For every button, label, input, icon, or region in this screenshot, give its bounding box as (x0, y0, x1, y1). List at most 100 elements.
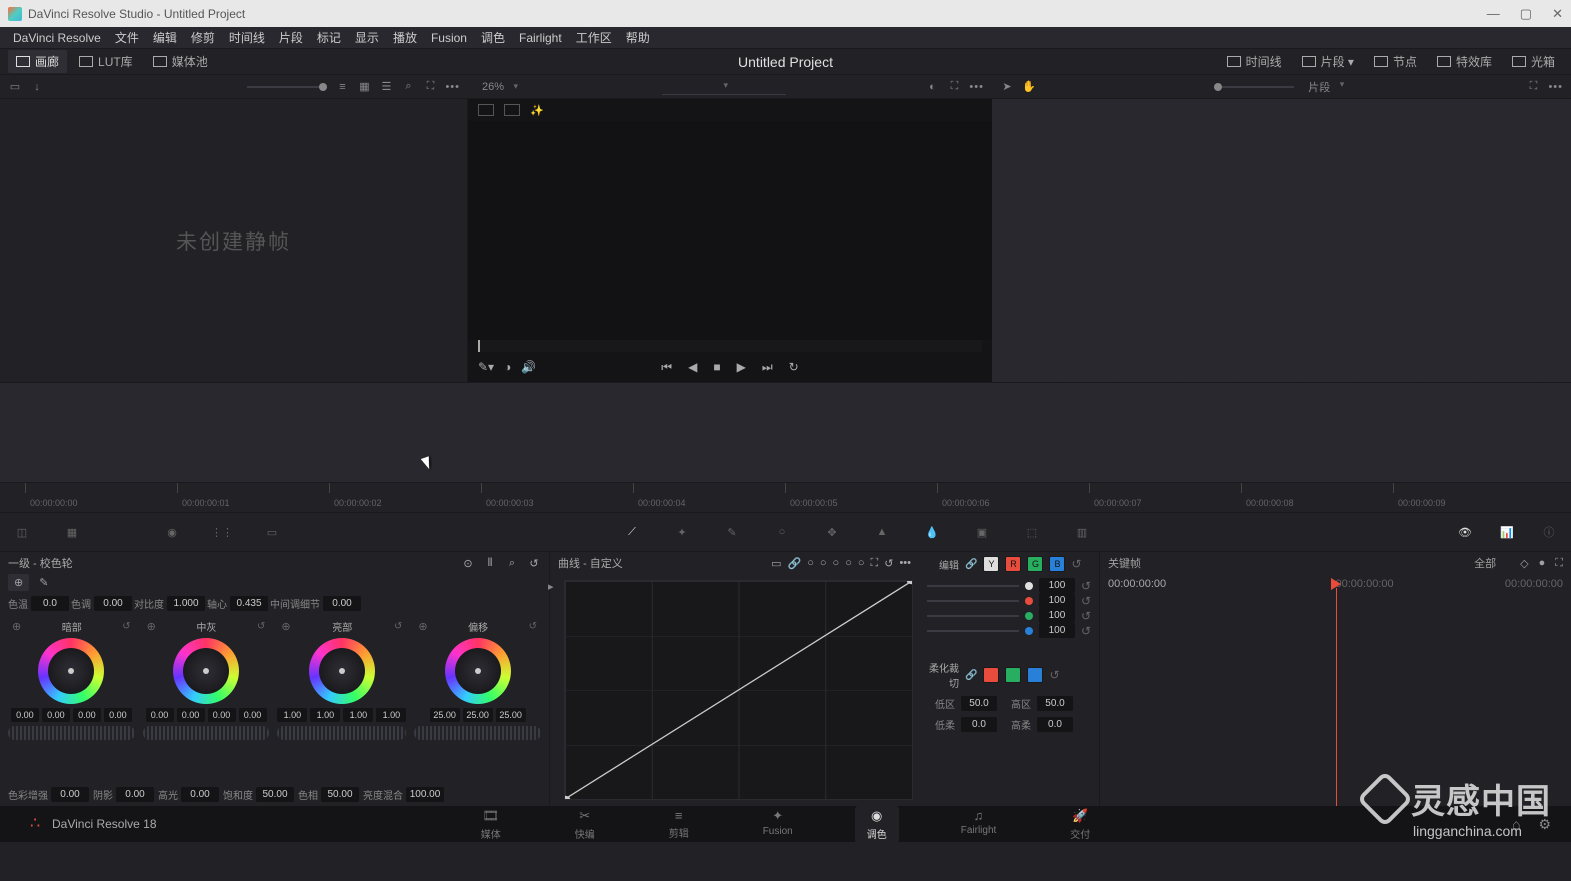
page-tab-快编[interactable]: ✂快编 (563, 806, 607, 843)
play-button[interactable]: ▶ (737, 360, 746, 374)
adj-阴影[interactable] (116, 787, 154, 802)
color-wheel-暗部[interactable] (38, 638, 104, 704)
adj-色相[interactable] (321, 787, 359, 802)
viewer-canvas[interactable] (468, 121, 992, 340)
menu-工作区[interactable]: 工作区 (569, 29, 619, 46)
wheels-reset-icon[interactable]: ↺ (527, 556, 541, 570)
key-icon[interactable]: ▣ (972, 522, 992, 542)
wheel-val[interactable] (310, 708, 340, 722)
wheel-picker-3[interactable]: ⊕ (418, 620, 427, 633)
clips-dropdown[interactable]: 片段 (1302, 77, 1348, 97)
highlight-icon[interactable]: ◐ (925, 80, 939, 94)
soft-b-button[interactable] (1027, 667, 1043, 683)
channel-g-button[interactable]: G (1027, 556, 1043, 572)
channel-r-button[interactable]: R (1005, 556, 1021, 572)
wheel-picker-1[interactable]: ⊕ (147, 620, 156, 633)
wheels-auto-icon[interactable]: ⊙ (461, 556, 475, 570)
viewer-clip-dropdown[interactable] (662, 79, 786, 95)
wheel-val[interactable] (11, 708, 39, 722)
wheel-reset-3[interactable]: ↺ (529, 621, 537, 632)
channel-b-button[interactable]: B (1049, 556, 1065, 572)
wheel-val[interactable] (430, 708, 460, 722)
adj-中间调细节[interactable] (323, 596, 361, 611)
menu-文件[interactable]: 文件 (108, 29, 146, 46)
menu-修剪[interactable]: 修剪 (184, 29, 222, 46)
more-options-icon[interactable]: ••• (445, 81, 460, 93)
curves-link2-icon[interactable]: 🔗 (965, 559, 977, 570)
jog-wheel-2[interactable] (277, 726, 406, 740)
lightbox-icon[interactable]: 光箱 (1504, 50, 1563, 73)
magic-mask-icon[interactable]: ▲ (872, 522, 892, 542)
search-icon[interactable]: ⌕ (401, 80, 415, 94)
keyframe-timeline[interactable]: 00:00:00:00 00:00:00:00 00:00:00:00 (1100, 574, 1571, 806)
adj-色彩增强[interactable] (51, 787, 89, 802)
menu-Fairlight[interactable]: Fairlight (512, 31, 569, 45)
soft-r-button[interactable] (983, 667, 999, 683)
gallery-icon[interactable]: 画廊 (8, 50, 67, 73)
viewer-scrubber[interactable] (478, 340, 982, 352)
info-icon[interactable]: ⓘ (1539, 522, 1559, 542)
maximize-button[interactable]: ▢ (1520, 6, 1532, 22)
channel-y-button[interactable]: Y (983, 556, 999, 572)
intensity-reset-2[interactable]: ↺ (1081, 609, 1091, 623)
clips-icon[interactable]: 片段 ▾ (1294, 50, 1362, 73)
color-wheel-亮部[interactable] (309, 638, 375, 704)
menu-帮助[interactable]: 帮助 (619, 29, 657, 46)
timeline-icon[interactable]: 时间线 (1219, 50, 1290, 73)
adj-色温[interactable] (31, 596, 69, 611)
menu-时间线[interactable]: 时间线 (222, 29, 272, 46)
rgb-mixer-icon[interactable]: ⋮⋮ (212, 522, 232, 542)
curve-editor[interactable] (564, 580, 913, 800)
prev-frame-button[interactable]: ◀ (688, 360, 697, 374)
viewer-mode1-icon[interactable] (478, 104, 494, 116)
curves-p5-icon[interactable]: ○ (858, 557, 865, 570)
menu-调色[interactable]: 调色 (474, 29, 512, 46)
sizing-icon[interactable]: ⬚ (1022, 522, 1042, 542)
jog-wheel-0[interactable] (8, 726, 135, 740)
color-match-icon[interactable]: ▦ (62, 522, 82, 542)
menu-标记[interactable]: 标记 (310, 29, 348, 46)
intensity-reset-0[interactable]: ↺ (1081, 579, 1091, 593)
thumbnail-size-slider[interactable] (247, 86, 327, 88)
wheel-reset-2[interactable]: ↺ (394, 621, 402, 632)
channel-reset-icon[interactable]: ↺ (1071, 557, 1081, 571)
intensity-slider-3[interactable] (927, 630, 1019, 632)
mask-icon[interactable]: ◑ (504, 360, 511, 374)
expand-icon[interactable]: ⛶ (423, 80, 437, 94)
wheel-val[interactable] (104, 708, 132, 722)
intensity-value-3[interactable] (1039, 623, 1075, 638)
hdr-icon[interactable]: ◉ (162, 522, 182, 542)
wheels-mode-b[interactable]: ✎ (33, 574, 54, 591)
wheel-val[interactable] (463, 708, 493, 722)
nodes-icon[interactable]: 节点 (1366, 50, 1425, 73)
soft-reset-icon[interactable]: ↺ (1049, 668, 1059, 682)
page-tab-剪辑[interactable]: ≡剪辑 (657, 806, 701, 843)
wheel-val[interactable] (208, 708, 236, 722)
wheel-picker-2[interactable]: ⊕ (281, 620, 290, 633)
menu-播放[interactable]: 播放 (386, 29, 424, 46)
home-button[interactable]: ⌂ (1512, 816, 1520, 833)
menu-显示[interactable]: 显示 (348, 29, 386, 46)
curves-p1-icon[interactable]: ○ (807, 557, 814, 570)
hand-tool-icon[interactable]: ✋ (1022, 80, 1036, 94)
node-expand-icon[interactable]: ⛶ (1526, 80, 1540, 94)
jog-wheel-3[interactable] (414, 726, 541, 740)
wheel-val[interactable] (146, 708, 174, 722)
intensity-slider-0[interactable] (927, 585, 1019, 587)
intensity-value-2[interactable] (1039, 608, 1075, 623)
list-view-icon[interactable]: ☰ (379, 80, 393, 94)
curves-link-icon[interactable]: 🔗 (788, 557, 802, 570)
close-button[interactable]: ✕ (1552, 6, 1563, 22)
wheel-val[interactable] (177, 708, 205, 722)
viewer-mode2-icon[interactable] (504, 104, 520, 116)
wheel-val[interactable] (73, 708, 101, 722)
fullscreen-icon[interactable]: ⛶ (947, 80, 961, 94)
curves-p2-icon[interactable]: ○ (820, 557, 827, 570)
mute-icon[interactable]: 🔊 (521, 360, 536, 374)
sort-icon[interactable]: ≡ (335, 80, 349, 94)
wheel-val[interactable] (343, 708, 373, 722)
blur-icon[interactable]: 💧 (922, 522, 942, 542)
tracker-icon[interactable]: ✥ (822, 522, 842, 542)
wheel-val[interactable] (496, 708, 526, 722)
soft-high-input[interactable] (1037, 696, 1073, 711)
